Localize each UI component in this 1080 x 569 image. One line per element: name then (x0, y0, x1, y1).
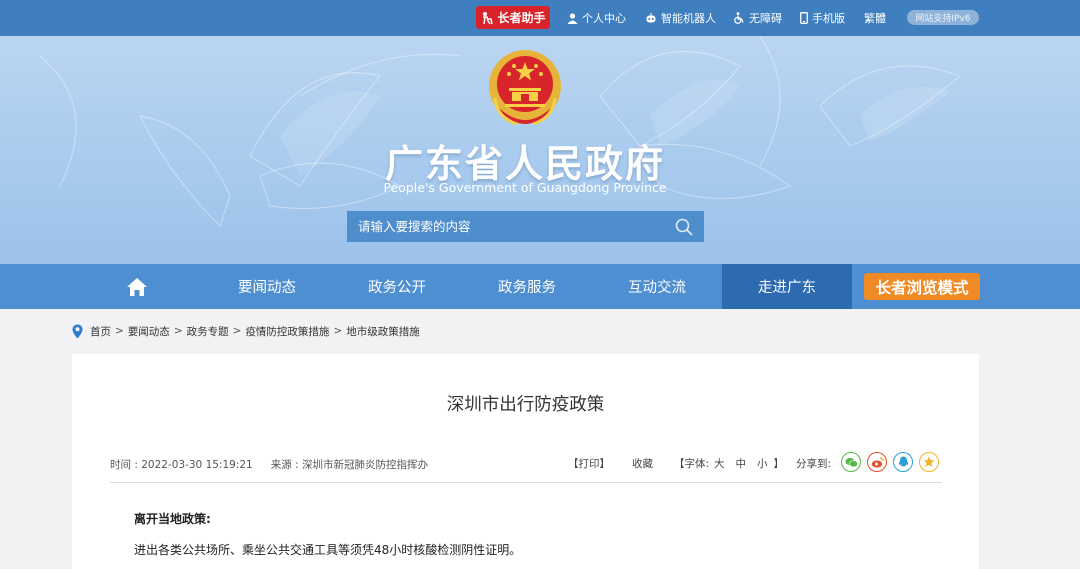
font-small-button[interactable]: 小 (757, 456, 768, 471)
mobile-version-link[interactable]: 手机版 (800, 10, 845, 26)
elder-helper-label: 长者助手 (497, 11, 546, 25)
breadcrumb-gov-topics[interactable]: 政务专题 (187, 324, 229, 339)
share-label: 分享到: (796, 452, 831, 474)
article-card: 深圳市出行防疫政策 时间 : 2022-03-30 15:19:21 来源 : … (72, 354, 979, 569)
breadcrumb-home[interactable]: 首页 (90, 324, 111, 339)
search-button[interactable] (664, 211, 704, 242)
weibo-icon (871, 456, 884, 467)
nav-home[interactable] (72, 264, 202, 309)
elder-mode-button[interactable]: 长者浏览模式 (864, 273, 980, 300)
nav-gov-disclosure[interactable]: 政务公开 (332, 264, 462, 309)
nav-gov-disclosure-label: 政务公开 (368, 280, 426, 296)
meta-divider (110, 482, 942, 483)
breadcrumb-news[interactable]: 要闻动态 (128, 324, 170, 339)
accessibility-label: 无障碍 (749, 12, 782, 25)
phone-icon (800, 12, 808, 24)
site-subtitle: People's Government of Guangdong Provinc… (383, 180, 667, 195)
mobile-version-label: 手机版 (812, 12, 845, 25)
elder-person-icon (483, 11, 494, 24)
breadcrumb-separator: > (115, 325, 124, 337)
article-paragraph: 进出各类公共场所、乘坐公共交通工具等须凭48小时核酸检测阴性证明。 (134, 543, 522, 557)
wheelchair-icon (734, 12, 744, 24)
font-size-end: 】 (773, 457, 785, 470)
nav-interaction[interactable]: 互动交流 (592, 264, 722, 309)
smart-robot-link[interactable]: 智能机器人 (645, 10, 716, 26)
nav-news-label: 要闻动态 (238, 280, 296, 296)
font-size-controls: 【字体: 大 中 小 】 (674, 452, 784, 474)
elder-mode-label: 长者浏览模式 (875, 278, 969, 297)
article-source: 来源 : 深圳市新冠肺炎防控指挥办 (270, 458, 428, 471)
site-search (347, 211, 704, 242)
ipv6-badge: 网站支持IPv6 (907, 10, 979, 25)
section-heading: 离开当地政策: (134, 512, 211, 526)
ipv6-label: 网站支持IPv6 (915, 14, 971, 24)
star-icon (923, 456, 935, 467)
article-meta: 时间 : 2022-03-30 15:19:21 来源 : 深圳市新冠肺炎防控指… (110, 456, 428, 472)
article-time: 时间 : 2022-03-30 15:19:21 (110, 458, 253, 471)
traditional-chinese-label: 繁體 (864, 12, 886, 25)
favorite-label: 收藏 (632, 457, 653, 470)
nav-about-guangdong-label: 走进广东 (758, 280, 816, 296)
print-button[interactable]: 【打印】 (568, 452, 610, 474)
share-qq-button[interactable] (893, 452, 913, 472)
traditional-chinese-link[interactable]: 繁體 (864, 10, 886, 26)
font-size-label: 【字体: (674, 457, 710, 470)
favorite-button[interactable]: 收藏 (632, 452, 653, 474)
personal-center-label: 个人中心 (582, 12, 626, 25)
nav-gov-services-label: 政务服务 (498, 280, 556, 296)
search-input[interactable] (347, 211, 664, 242)
font-medium-button[interactable]: 中 (736, 456, 747, 471)
share-label-text: 分享到: (796, 457, 832, 470)
breadcrumb-separator: > (173, 325, 183, 337)
accessibility-link[interactable]: 无障碍 (733, 10, 782, 26)
share-qzone-button[interactable] (919, 452, 939, 472)
search-icon (675, 218, 693, 236)
elder-helper-button[interactable]: 长者助手 (476, 6, 550, 29)
breadcrumb: 首页 > 要闻动态 > 政务专题 > 疫情防控政策措施 > 地市级政策措施 (72, 322, 420, 340)
personal-center-link[interactable]: 个人中心 (567, 10, 626, 26)
nav-about-guangdong[interactable]: 走进广东 (722, 264, 852, 309)
top-utility-bar: 长者助手 个人中心 智能机器人 无障碍 手机版 繁體 网站支持IPv6 (0, 0, 1080, 36)
home-icon (127, 277, 147, 296)
print-label: 【打印】 (568, 457, 610, 470)
qq-penguin-icon (898, 456, 908, 467)
nav-news[interactable]: 要闻动态 (202, 264, 332, 309)
share-wechat-button[interactable] (841, 452, 861, 472)
font-large-button[interactable]: 大 (714, 456, 725, 471)
robot-icon (646, 12, 656, 22)
location-pin-icon (72, 324, 83, 338)
breadcrumb-separator: > (333, 325, 343, 337)
share-weibo-button[interactable] (867, 452, 887, 472)
breadcrumb-city-policies[interactable]: 地市级政策措施 (346, 324, 420, 339)
breadcrumb-separator: > (232, 325, 242, 337)
smart-robot-label: 智能机器人 (661, 12, 716, 25)
national-emblem-icon (489, 50, 561, 126)
article-title: 深圳市出行防疫政策 (446, 395, 605, 415)
nav-gov-services[interactable]: 政务服务 (462, 264, 592, 309)
nav-interaction-label: 互动交流 (628, 280, 686, 296)
main-nav: 要闻动态 政务公开 政务服务 互动交流 走进广东 长者浏览模式 (0, 264, 1080, 309)
header-banner: 广东省人民政府 People's Government of Guangdong… (0, 36, 1080, 264)
breadcrumb-epidemic-policies[interactable]: 疫情防控政策措施 (245, 324, 329, 339)
user-icon (567, 12, 578, 24)
wechat-icon (845, 457, 858, 467)
